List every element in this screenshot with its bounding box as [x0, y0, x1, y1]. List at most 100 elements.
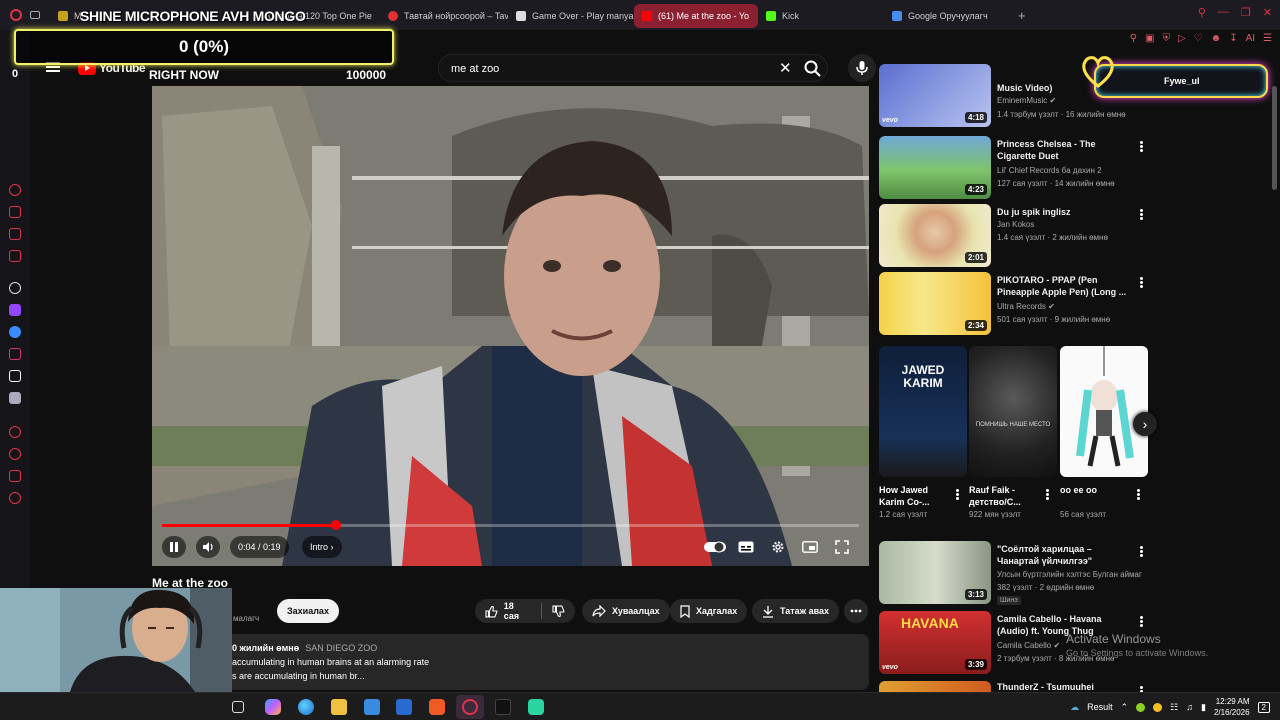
tiktok-icon[interactable] — [9, 370, 21, 382]
more-options-icon[interactable] — [1139, 208, 1145, 222]
settings-button[interactable] — [770, 536, 786, 558]
download-icon[interactable]: ↧ — [1229, 33, 1237, 44]
video-title[interactable]: "Соёлтой харилцаа – Чанартай үйлчилгээ" — [997, 543, 1127, 567]
dislike-icon[interactable] — [552, 605, 565, 618]
captions-button[interactable] — [738, 536, 754, 558]
chapter-button[interactable]: Intro › — [302, 536, 342, 558]
short-title[interactable]: oo ee oo — [1060, 484, 1134, 508]
save-button[interactable]: Хадгалах — [670, 599, 748, 623]
short-thumbnail[interactable] — [1060, 346, 1148, 477]
video-title[interactable]: Princess Chelsea - The Cigarette Duet — [997, 138, 1127, 162]
fullscreen-button[interactable] — [834, 536, 850, 558]
search-icon[interactable] — [803, 59, 823, 79]
copilot-icon[interactable] — [265, 699, 281, 715]
volume-button[interactable] — [196, 536, 220, 558]
store-icon[interactable] — [364, 699, 380, 715]
more-options-icon[interactable] — [1139, 276, 1145, 290]
task-view-icon[interactable] — [232, 701, 244, 713]
short-item[interactable]: JAWED KARIM How Jawed Karim Co-... 1.2 с… — [879, 346, 967, 519]
video-thumbnail[interactable]: 4:23 — [879, 136, 991, 199]
player-sidebar-icon[interactable] — [9, 426, 21, 438]
settings-icon[interactable] — [9, 492, 21, 504]
clock[interactable]: 12:29 AM 2/16/2026 — [1214, 696, 1250, 718]
maximize-button[interactable]: ❐ — [1241, 6, 1251, 19]
more-options-icon[interactable] — [955, 488, 961, 502]
location-tag[interactable]: SAN DIEGO ZOO — [305, 643, 377, 653]
brave-icon[interactable] — [429, 699, 445, 715]
video-title[interactable]: ThunderZ - Tsumuuhei — [997, 681, 1127, 692]
chatgpt-icon[interactable] — [9, 282, 21, 294]
more-options-icon[interactable] — [1139, 615, 1145, 629]
twitch-icon[interactable] — [9, 304, 21, 316]
heart-icon[interactable]: ♡ — [1194, 33, 1203, 44]
description-box[interactable]: 0 жилийн өмнө SAN DIEGO ZOO accumulating … — [152, 634, 869, 690]
recommendation-item[interactable]: 2:01 Du ju spik inglisz Jan Kokos 1.4 са… — [879, 204, 1259, 268]
network-icon[interactable]: ☷ — [1170, 702, 1178, 713]
gmail-icon[interactable] — [9, 250, 21, 262]
short-item[interactable]: ПОМНИШЬ НАШЕ МЕСТО Rauf Faik - детство/С… — [969, 346, 1057, 519]
recommendation-item[interactable]: ThunderZ - Tsumuuhei — [879, 681, 1259, 692]
video-thumbnail[interactable]: 3:13 — [879, 541, 991, 604]
extensions-icon[interactable] — [9, 470, 21, 482]
weather-icon[interactable]: ☁ — [1070, 702, 1079, 713]
subscribe-button[interactable]: Захиалах — [277, 599, 339, 623]
tab-3[interactable]: Game Over - Play manyak — [508, 4, 634, 28]
progress-bar[interactable] — [162, 520, 859, 530]
opera-menu-icon[interactable] — [10, 9, 22, 21]
tab-active-me-at-the-zoo[interactable]: (61) Me at the zoo - Yo — [634, 4, 758, 28]
tab-kick[interactable]: Kick — [758, 4, 884, 28]
video-thumbnail[interactable]: 2:01 — [879, 204, 991, 267]
pause-button[interactable] — [162, 536, 186, 558]
recommendation-item[interactable]: 2:34 PIKOTARO - PPAP (Pen Pineapple Appl… — [879, 272, 1259, 336]
notifications-icon[interactable]: 2 — [1257, 701, 1270, 713]
tiktok-taskbar-icon[interactable] — [495, 699, 511, 715]
more-options-icon[interactable] — [1045, 488, 1051, 502]
channel-name[interactable]: Lil' Chief Records бa дахин 2 — [997, 166, 1102, 175]
video-player[interactable]: 0:04 / 0:19 Intro › — [152, 86, 869, 566]
pin-icon[interactable]: ⚲ — [1130, 33, 1137, 44]
miniplayer-button[interactable] — [802, 536, 818, 558]
tab-google-translate[interactable]: Google Оручуулагч — [884, 4, 1010, 28]
voice-search-button[interactable] — [848, 54, 876, 82]
shorts-next-button[interactable]: › — [1133, 412, 1157, 436]
app-icon[interactable] — [528, 699, 544, 715]
instagram-icon[interactable] — [9, 348, 21, 360]
channel-name[interactable]: Camila Cabello ✔ — [997, 641, 1060, 650]
edge-icon[interactable] — [298, 699, 314, 715]
file-explorer-icon[interactable] — [331, 699, 347, 715]
aria-icon[interactable] — [9, 184, 21, 196]
search-tabs-icon[interactable]: ⚲ — [1198, 6, 1206, 19]
notes-icon[interactable] — [9, 228, 21, 240]
search-box[interactable]: me at zoo ✕ — [438, 54, 828, 82]
recommendation-item[interactable]: 3:13 "Соёлтой харилцаа – Чанартай үйлчил… — [879, 541, 1259, 605]
short-thumbnail[interactable]: JAWED KARIM — [879, 346, 967, 477]
discord-icon[interactable] — [9, 392, 21, 404]
minimize-button[interactable]: — — [1218, 6, 1229, 19]
download-button[interactable]: Татаж авах — [752, 599, 840, 623]
search-input[interactable]: me at zoo — [451, 63, 499, 75]
menu-icon[interactable]: ☰ — [1263, 33, 1272, 44]
clear-search-icon[interactable]: ✕ — [779, 59, 792, 77]
new-tab-button[interactable]: + — [1018, 8, 1026, 23]
short-title[interactable]: Rauf Faik - детство/С... — [969, 484, 1043, 508]
more-options-icon[interactable] — [1136, 488, 1142, 502]
video-title[interactable]: PIKOTARO - PPAP (Pen Pineapple Apple Pen… — [997, 274, 1127, 298]
video-thumbnail[interactable]: HAVANA vevo 3:39 — [879, 611, 991, 674]
channel-name[interactable]: Улсын бүртгэлийн хэлтэс Булган аймаг — [997, 570, 1142, 579]
short-title[interactable]: How Jawed Karim Co-... — [879, 484, 953, 508]
outlook-icon[interactable] — [396, 699, 412, 715]
video-thumbnail[interactable]: vevo 4:18 — [879, 64, 991, 127]
battery-icon[interactable]: ▮ — [1201, 702, 1206, 713]
more-options-icon[interactable] — [1139, 140, 1145, 154]
like-count[interactable]: 18 сая — [504, 601, 531, 621]
recommendation-item[interactable]: vevo 4:18 Music Video) EminemMusic ✔ 1.4… — [879, 64, 1259, 127]
video-thumbnail[interactable] — [879, 681, 991, 692]
shield-icon[interactable]: ⛨ — [1162, 33, 1170, 44]
video-title[interactable]: Music Video) — [997, 82, 1127, 94]
recommendation-item[interactable]: 4:23 Princess Chelsea - The Cigarette Du… — [879, 136, 1259, 200]
messenger-icon[interactable] — [9, 326, 21, 338]
close-window-button[interactable]: ✕ — [1263, 6, 1272, 19]
tray-app-icon[interactable] — [1153, 702, 1163, 712]
tab-overview-icon[interactable] — [30, 11, 40, 19]
weather-label[interactable]: Result — [1087, 702, 1113, 712]
